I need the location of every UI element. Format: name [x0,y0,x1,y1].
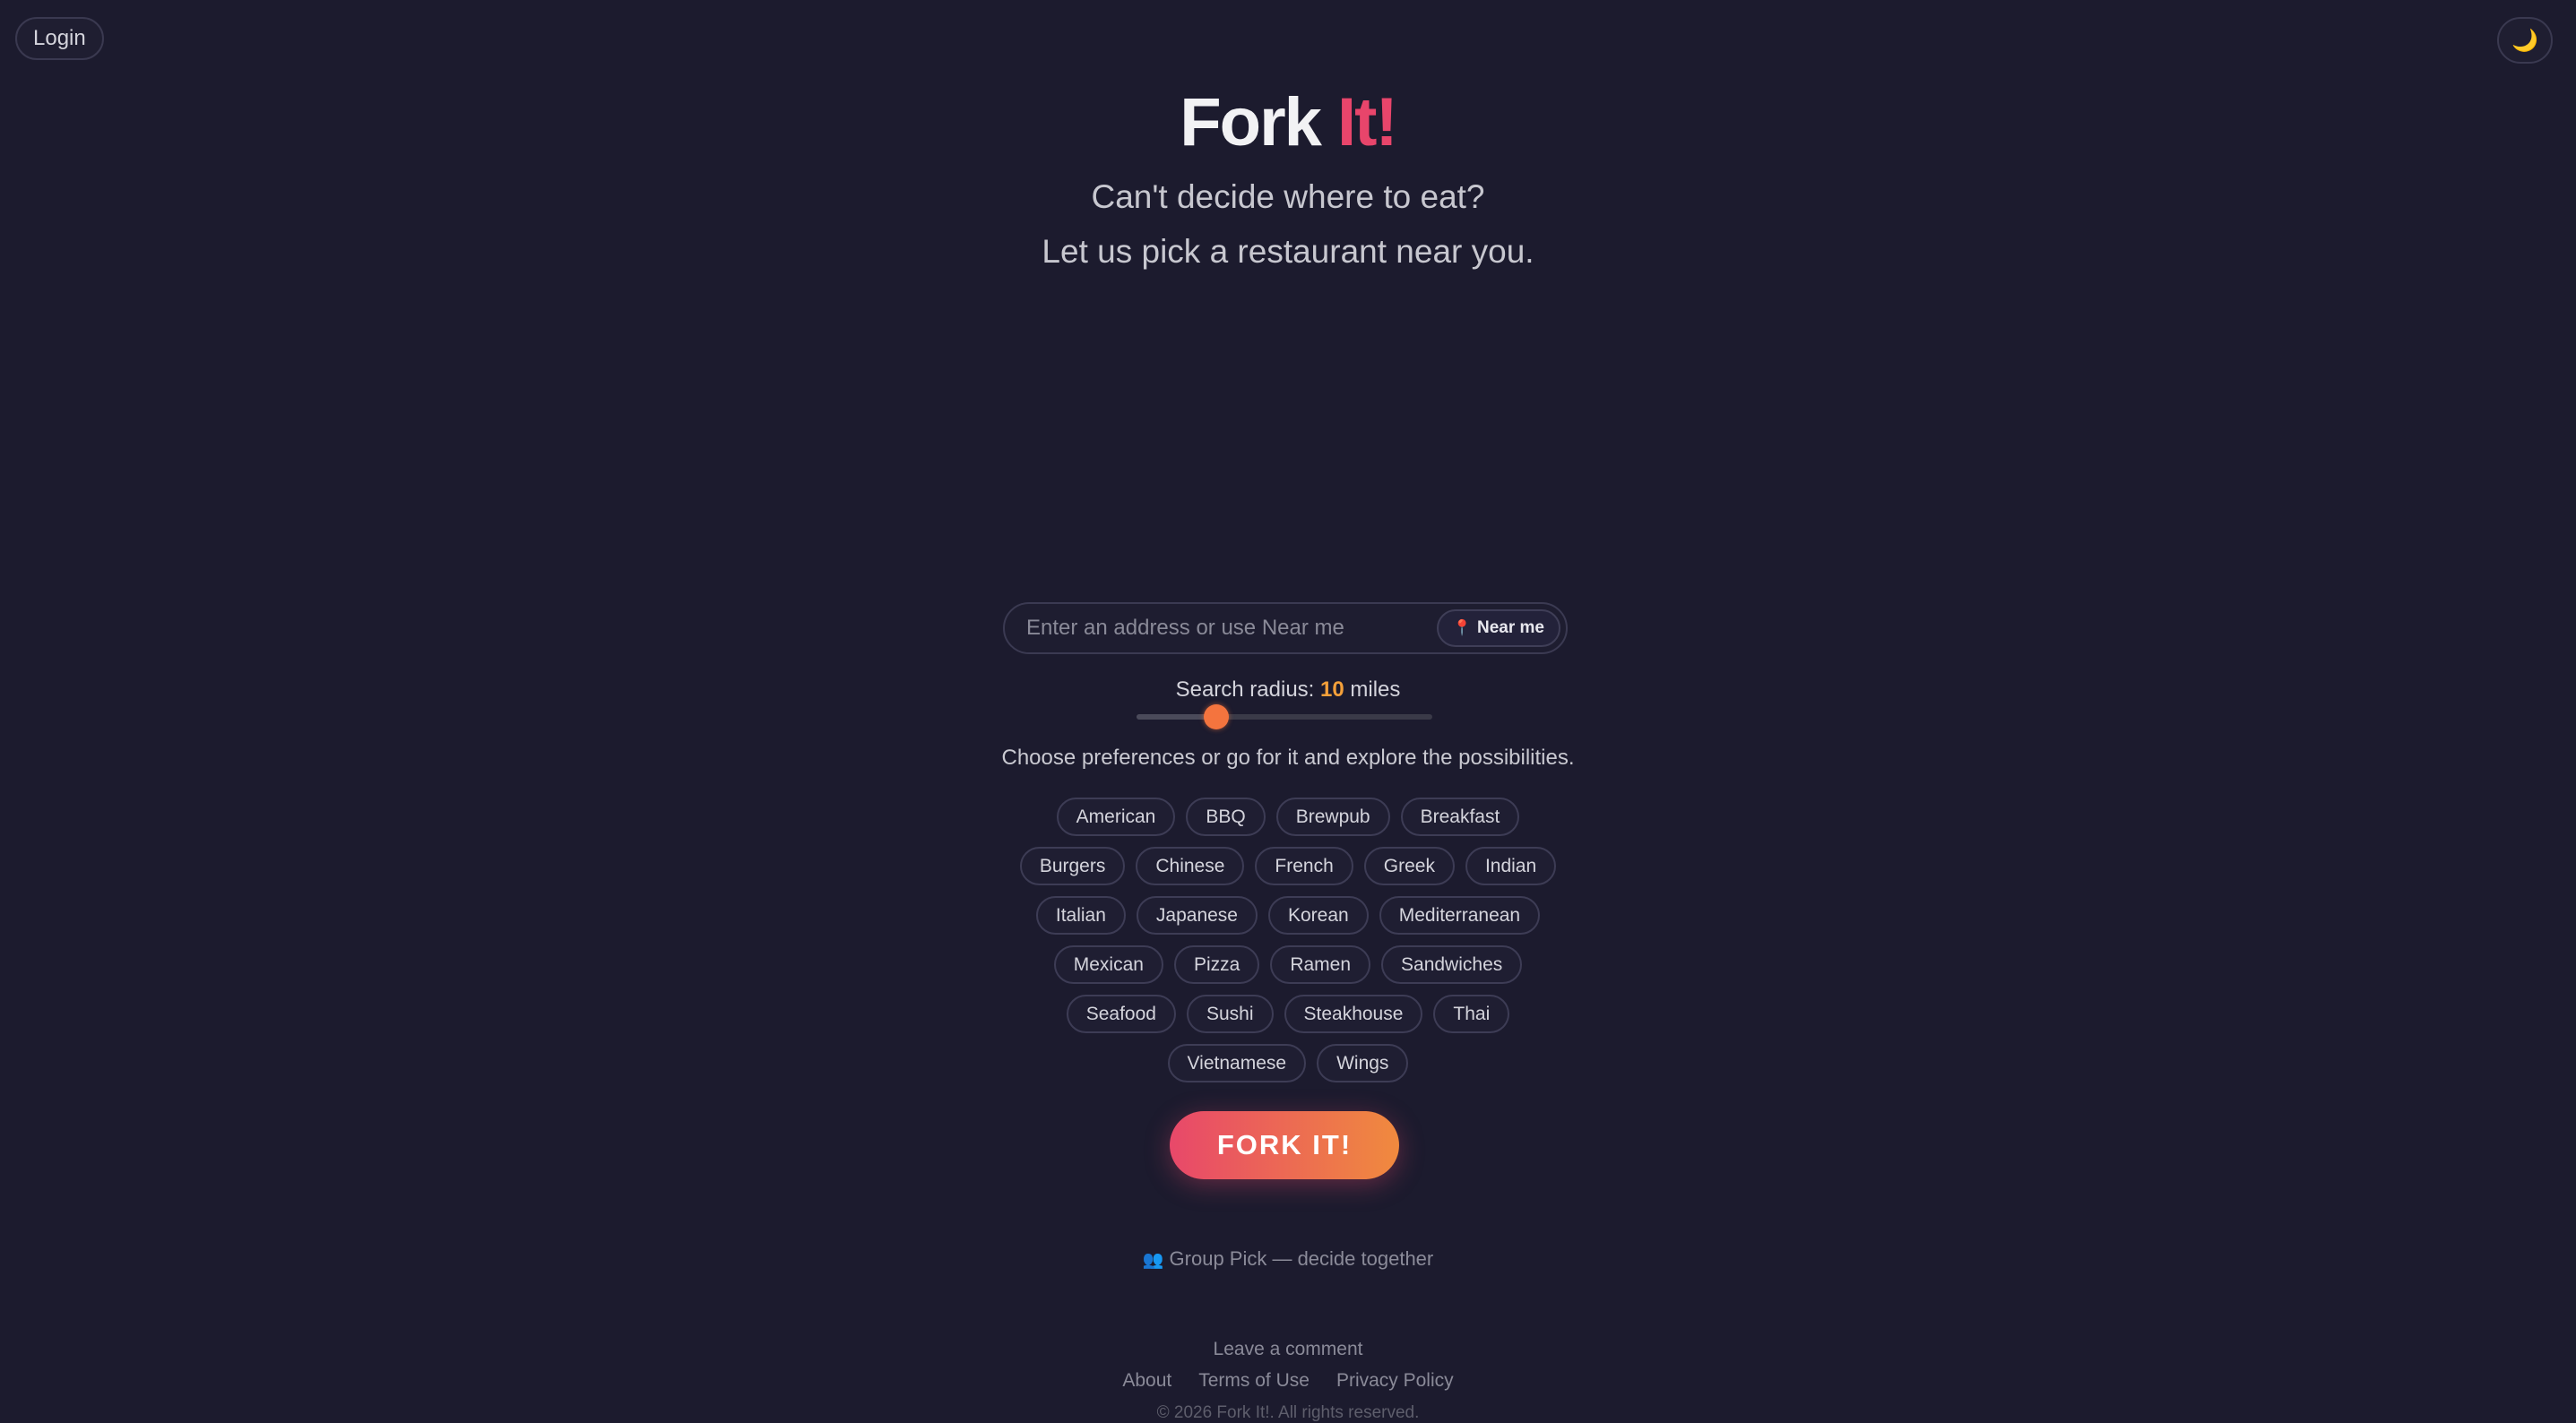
footer-links: About Terms of Use Privacy Policy [0,1370,2576,1392]
moon-icon: 🌙 [2511,28,2538,53]
radius-slider[interactable] [1137,704,1432,729]
cuisine-chip-steakhouse[interactable]: Steakhouse [1284,995,1423,1033]
cuisine-chip-korean[interactable]: Korean [1267,896,1369,935]
subtitle-line-1: Can't decide where to eat? [1091,178,1485,215]
group-pick-link[interactable]: 👥 Group Pick — decide together [0,1247,2576,1271]
footer-link-terms-of-use[interactable]: Terms of Use [1198,1370,1310,1392]
address-input[interactable] [1024,604,1428,652]
cuisine-chip-pizza[interactable]: Pizza [1173,945,1260,984]
radius-unit: miles [1350,677,1401,702]
radius-slider-thumb[interactable] [1204,704,1229,729]
address-search-bar: 📍 Near me [1003,602,1568,654]
radius-label-prefix: Search radius: [1175,677,1315,702]
cuisine-chip-mediterranean[interactable]: Mediterranean [1379,896,1541,935]
cuisine-chip-thai[interactable]: Thai [1433,995,1510,1033]
chip-row: Italian Japanese Korean Mediterranean [995,896,1581,935]
chip-row: American BBQ Brewpub Breakfast [995,798,1581,836]
preferences-prompt: Choose preferences or go for it and expl… [1001,746,1575,770]
cuisine-chip-japanese[interactable]: Japanese [1136,896,1258,935]
cuisine-chip-ramen[interactable]: Ramen [1270,945,1371,984]
cuisine-chip-french[interactable]: French [1255,847,1353,885]
cuisine-chip-wings[interactable]: Wings [1317,1044,1409,1082]
cuisine-chip-chinese[interactable]: Chinese [1136,847,1245,885]
fork-it-button[interactable]: FORK IT! [1170,1111,1399,1179]
title-fork: Fork [1180,84,1322,160]
near-me-label: Near me [1477,618,1544,637]
group-icon: 👥 [1142,1251,1164,1270]
cuisine-chip-indian[interactable]: Indian [1465,847,1557,885]
cuisine-chip-breakfast[interactable]: Breakfast [1400,798,1520,836]
cuisine-chip-burgers[interactable]: Burgers [1019,847,1126,885]
radius-value: 10 [1320,677,1344,702]
cuisine-chip-bbq[interactable]: BBQ [1186,798,1266,836]
subtitle-line-2: Let us pick a restaurant near you. [1042,233,1534,270]
login-button[interactable]: Login [15,17,104,60]
cuisine-chip-greek[interactable]: Greek [1363,847,1455,885]
cuisine-chip-list: American BBQ Brewpub Breakfast Burgers Chines… [995,798,1581,1093]
cuisine-chip-vietnamese[interactable]: Vietnamese [1167,1044,1307,1082]
cuisine-chip-mexican[interactable]: Mexican [1053,945,1163,984]
copyright-text: © 2026 Fork It!. All rights reserved. [1156,1403,1420,1422]
cuisine-chip-american[interactable]: American [1056,798,1176,836]
cuisine-chip-italian[interactable]: Italian [1035,896,1126,935]
near-me-button[interactable]: 📍 Near me [1436,609,1560,647]
theme-toggle-button[interactable]: 🌙 [2497,17,2553,64]
group-pick-label: Group Pick — decide together [1169,1247,1434,1270]
cuisine-chip-brewpub[interactable]: Brewpub [1275,798,1390,836]
leave-comment-link[interactable]: Leave a comment [0,1339,2576,1360]
search-radius-label: Search radius: 10 miles [0,677,2576,703]
footer-link-privacy-policy[interactable]: Privacy Policy [1336,1370,1454,1392]
chip-row: Vietnamese Wings [995,1044,1581,1082]
cuisine-chip-seafood[interactable]: Seafood [1066,995,1176,1033]
page-title: Fork It! [0,82,2576,163]
chip-row: Seafood Sushi Steakhouse Thai [995,995,1581,1033]
chip-row: Mexican Pizza Ramen Sandwiches [995,945,1581,984]
chip-row: Burgers Chinese French Greek Indian [995,847,1581,885]
location-pin-icon: 📍 [1452,619,1472,636]
title-it: It! [1337,84,1398,160]
cuisine-chip-sushi[interactable]: Sushi [1186,995,1274,1033]
footer-link-about[interactable]: About [1122,1370,1171,1392]
cuisine-chip-sandwiches[interactable]: Sandwiches [1381,945,1523,984]
